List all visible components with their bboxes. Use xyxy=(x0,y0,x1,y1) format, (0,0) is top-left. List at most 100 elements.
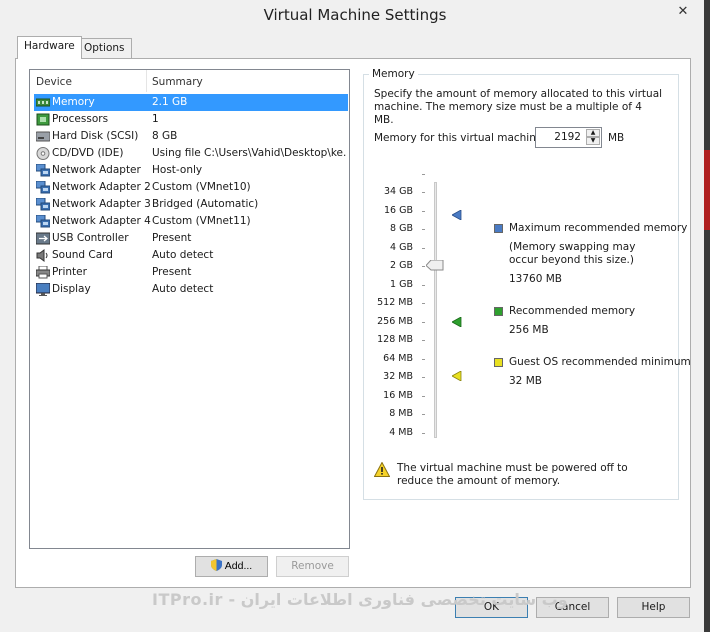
scale-tick xyxy=(422,192,425,193)
scale-tick xyxy=(422,340,425,341)
scale-tick xyxy=(422,377,425,378)
add-button-label: Add... xyxy=(224,560,253,572)
device-name: Network Adapter 4 xyxy=(52,215,151,227)
warning-icon xyxy=(374,462,390,477)
device-summary: Present xyxy=(152,232,192,244)
device-row-usb-controller[interactable]: USB Controller Present xyxy=(34,230,348,247)
scale-label: 512 MB xyxy=(377,297,413,308)
device-row-hard-disk-scsi[interactable]: Hard Disk (SCSI) 8 GB xyxy=(34,128,348,145)
max-recommended-marker-icon xyxy=(452,210,462,220)
scale-tick xyxy=(422,395,425,397)
scale-tick xyxy=(422,358,425,360)
scale-label: 16 GB xyxy=(384,204,413,216)
spin-down-button[interactable]: ▼ xyxy=(586,137,600,145)
remove-button[interactable]: Remove xyxy=(276,556,349,577)
scale-label: 8 GB xyxy=(390,223,413,234)
title-bar: Virtual Machine Settings ✕ xyxy=(0,0,710,32)
tab-hardware[interactable]: Hardware xyxy=(17,36,82,59)
device-name: Memory xyxy=(52,96,95,108)
scale-tick xyxy=(422,210,425,212)
device-summary: Auto detect xyxy=(152,249,214,261)
scale-tick xyxy=(422,414,425,415)
device-row-cd-dvd-ide[interactable]: CD/DVD (IDE) Using file C:\Users\Vahid\De… xyxy=(34,145,348,162)
memory-value[interactable]: 2192 xyxy=(554,131,581,143)
network-adapter-icon xyxy=(36,198,50,211)
max-recommended-note: (Memory swapping may occur beyond this s… xyxy=(509,241,636,266)
memory-slider-thumb[interactable] xyxy=(426,260,444,271)
memory-group-title: Memory xyxy=(369,68,418,80)
recommended-title: Recommended memory xyxy=(509,305,636,317)
display-icon xyxy=(36,283,50,296)
device-summary: Host-only xyxy=(152,164,203,176)
guest-minimum-marker-icon xyxy=(452,371,462,381)
recommended-marker-icon xyxy=(452,317,462,327)
scale-label: 4 GB xyxy=(390,241,413,253)
scale-label: 1 GB xyxy=(390,278,413,290)
device-summary: 1 xyxy=(152,113,159,125)
scale-tick xyxy=(422,229,425,230)
scale-tick xyxy=(422,321,425,323)
guest-minimum-swatch xyxy=(494,358,503,367)
device-row-sound-card[interactable]: Sound Card Auto detect xyxy=(34,247,348,264)
device-summary: Present xyxy=(152,266,192,278)
watermark-text: وب سایت تخصصی فناوری اطلاعات ایران - ITP… xyxy=(152,590,568,609)
device-name: Display xyxy=(52,283,91,295)
help-button[interactable]: Help xyxy=(617,597,690,618)
scale-label: 16 MB xyxy=(383,389,413,401)
device-row-network-adapter-3[interactable]: Network Adapter 3 Bridged (Automatic) xyxy=(34,196,348,213)
device-name: Processors xyxy=(52,113,109,125)
hard-disk-icon xyxy=(36,131,50,142)
scale-label: 8 MB xyxy=(389,408,413,419)
device-summary: Custom (VMnet10) xyxy=(152,181,251,193)
device-name: Hard Disk (SCSI) xyxy=(52,130,139,142)
recommended-value: 256 MB xyxy=(509,324,549,336)
device-summary: Auto detect xyxy=(152,283,214,295)
device-summary: 8 GB xyxy=(152,130,178,142)
max-recommended-value: 13760 MB xyxy=(509,273,563,285)
network-adapter-icon xyxy=(36,164,50,177)
device-row-display[interactable]: Display Auto detect xyxy=(34,281,348,298)
scale-tick xyxy=(422,247,425,249)
scale-tick xyxy=(422,266,425,267)
device-row-network-adapter[interactable]: Network Adapter Host-only xyxy=(34,162,348,179)
device-row-printer[interactable]: Printer Present xyxy=(34,264,348,281)
scale-label: 2 GB xyxy=(390,260,413,271)
tab-options[interactable]: Options xyxy=(77,38,132,58)
memory-slider-track[interactable] xyxy=(434,182,437,438)
scale-label: 32 MB xyxy=(383,371,413,382)
network-adapter-icon xyxy=(36,215,50,228)
cd-dvd-icon xyxy=(36,147,50,160)
add-button[interactable]: Add... xyxy=(195,556,268,577)
device-summary: Using file C:\Users\Vahid\Desktop\ke... xyxy=(152,147,346,159)
device-row-network-adapter-2[interactable]: Network Adapter 2 Custom (VMnet10) xyxy=(34,179,348,196)
scale-label: 64 MB xyxy=(383,352,413,364)
device-row-processors[interactable]: Processors 1 xyxy=(34,111,348,128)
memory-spinner[interactable]: 2192 ▲ ▼ xyxy=(535,127,602,148)
power-off-warning: The virtual machine must be powered off … xyxy=(397,462,628,487)
max-recommended-swatch xyxy=(494,224,503,233)
device-name: Sound Card xyxy=(52,249,113,261)
device-column-header[interactable]: Device xyxy=(36,76,72,88)
scale-tick xyxy=(422,303,425,304)
device-row-network-adapter-4[interactable]: Network Adapter 4 Custom (VMnet11) xyxy=(34,213,348,230)
background-window-edge xyxy=(704,0,710,632)
scale-label: 34 GB xyxy=(384,186,413,197)
close-button[interactable]: ✕ xyxy=(664,2,702,22)
device-row-memory[interactable]: Memory 2.1 GB xyxy=(34,94,348,111)
summary-column-header[interactable]: Summary xyxy=(152,76,203,88)
sound-icon xyxy=(36,249,48,262)
device-summary: Custom (VMnet11) xyxy=(152,215,251,227)
scale-tick xyxy=(422,284,425,286)
scale-label: 128 MB xyxy=(377,334,413,345)
device-name: Network Adapter 2 xyxy=(52,181,151,193)
device-list[interactable]: Device Summary Memory 2.1 GB Processors 1 Ha… xyxy=(29,69,350,549)
usb-icon xyxy=(36,232,50,245)
device-name: Printer xyxy=(52,266,87,278)
spin-up-button[interactable]: ▲ xyxy=(586,129,600,137)
device-summary: 2.1 GB xyxy=(152,96,188,108)
guest-minimum-title: Guest OS recommended minimum xyxy=(509,356,691,368)
recommended-swatch xyxy=(494,307,503,316)
scale-label: 256 MB xyxy=(377,315,413,327)
device-name: Network Adapter xyxy=(52,164,141,176)
memory-unit: MB xyxy=(608,132,625,144)
